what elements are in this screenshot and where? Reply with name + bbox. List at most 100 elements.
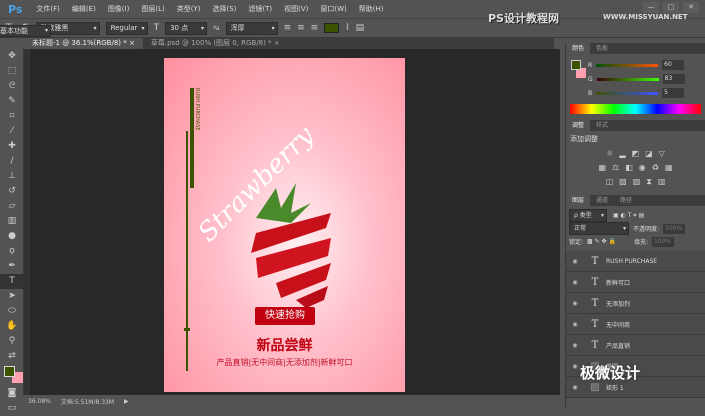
tab-paths[interactable]: 路径 — [614, 195, 638, 206]
menu-file[interactable]: 文件(F) — [30, 4, 66, 14]
exposure-icon[interactable]: ◪ — [645, 149, 653, 158]
menu-image[interactable]: 图像(I) — [102, 4, 136, 14]
color-spectrum[interactable] — [570, 104, 701, 114]
zoom-level[interactable]: 36.08% — [28, 398, 51, 405]
quick-mask-icon[interactable]: ◙ — [0, 386, 24, 401]
character-panel-icon[interactable]: ▤ — [356, 23, 365, 33]
warp-text-icon[interactable]: ⌇ — [345, 23, 349, 33]
path-select-tool-icon[interactable]: ➤ — [0, 289, 24, 304]
tab-swatches[interactable]: 色板 — [590, 43, 614, 54]
maximize-button[interactable]: ▢ — [663, 2, 679, 13]
brush-tool-icon[interactable]: / — [0, 154, 24, 169]
lock-icons[interactable]: ▩ ✎ ✥ 🔒 — [587, 238, 616, 245]
crop-tool-icon[interactable]: ⌗ — [0, 109, 24, 124]
invert-icon[interactable]: ◫ — [606, 177, 614, 187]
r-track[interactable] — [596, 63, 659, 67]
curves-icon[interactable]: ◩ — [632, 149, 640, 158]
color-swatches[interactable] — [0, 364, 23, 386]
gradient-tool-icon[interactable]: ▥ — [0, 214, 24, 229]
pen-tool-icon[interactable]: ✒ — [0, 259, 24, 274]
brightness-icon[interactable]: ☼ — [606, 149, 613, 158]
layer-row[interactable]: ◉ T RUSH PURCHASE — [566, 251, 705, 272]
stamp-tool-icon[interactable]: ⊥ — [0, 169, 24, 184]
tab-styles[interactable]: 样式 — [590, 120, 614, 131]
layer-row[interactable]: ◉ T 新鲜可口 — [566, 272, 705, 293]
align-left-icon[interactable]: ≡ — [284, 23, 292, 33]
hue-sat-icon[interactable]: ▦ — [598, 163, 606, 172]
workspace-select[interactable]: 基本功能 — [0, 25, 51, 37]
align-right-icon[interactable]: ≡ — [311, 23, 319, 33]
b-value[interactable]: 5 — [662, 88, 685, 98]
photo-filter-icon[interactable]: ◉ — [639, 163, 646, 172]
b-track[interactable] — [596, 91, 659, 95]
status-menu-arrow-icon[interactable]: ▶ — [124, 398, 129, 405]
visibility-eye-icon[interactable]: ◉ — [566, 321, 584, 328]
dodge-tool-icon[interactable]: ọ — [0, 244, 24, 259]
g-track[interactable] — [596, 77, 659, 81]
marquee-tool-icon[interactable]: ⬚ — [0, 64, 24, 79]
menu-help[interactable]: 帮助(H) — [353, 4, 390, 14]
gradient-map-icon[interactable]: ▥ — [658, 177, 666, 187]
font-size-select[interactable]: 30 点 — [165, 21, 208, 35]
lasso-tool-icon[interactable]: ᘓ — [0, 79, 24, 94]
blend-mode-select[interactable]: 正常 — [569, 222, 629, 235]
move-tool-icon[interactable]: ✥ — [0, 49, 24, 64]
vibrance-icon[interactable]: ▽ — [659, 149, 665, 158]
eraser-tool-icon[interactable]: ▱ — [0, 199, 24, 214]
visibility-eye-icon[interactable]: ◉ — [566, 279, 584, 286]
close-tab-icon[interactable]: × — [274, 39, 280, 47]
hand-tool-icon[interactable]: ✋ — [0, 319, 24, 334]
selective-color-icon[interactable]: ⧗ — [646, 177, 652, 187]
visibility-eye-icon[interactable]: ◉ — [566, 384, 584, 391]
tab-layers[interactable]: 图层 — [566, 195, 591, 206]
screen-mode-icon[interactable]: ▭ — [0, 401, 24, 416]
close-button[interactable]: ✕ — [683, 2, 699, 13]
layer-row[interactable]: ◉ T 无添加剂 — [566, 293, 705, 314]
tab-channels[interactable]: 通道 — [590, 195, 614, 206]
quick-select-tool-icon[interactable]: ✎ — [0, 94, 24, 109]
menu-window[interactable]: 窗口(W) — [314, 4, 352, 14]
font-style-select[interactable]: Regular — [105, 21, 148, 35]
menu-type[interactable]: 类型(Y) — [171, 4, 207, 14]
healing-brush-tool-icon[interactable]: ✚ — [0, 139, 24, 154]
align-center-icon[interactable]: ≡ — [297, 23, 305, 33]
channel-mixer-icon[interactable]: ♻ — [652, 163, 659, 172]
layer-row[interactable]: ◉ T 产品直销 — [566, 335, 705, 356]
text-color-swatch[interactable] — [324, 23, 340, 33]
swap-colors-icon[interactable]: ⇄ — [0, 349, 24, 364]
color-lookup-icon[interactable]: ▦ — [665, 163, 673, 172]
fg-color-swatch[interactable] — [571, 60, 581, 70]
menu-filter[interactable]: 滤镜(T) — [242, 4, 278, 14]
levels-icon[interactable]: ▂ — [619, 149, 625, 158]
poster-document[interactable]: RUSH PURCHASE Strawberry 快速抢购 新品尝鲜 产品直销|… — [164, 58, 405, 392]
menu-select[interactable]: 选择(S) — [206, 4, 242, 14]
blur-tool-icon[interactable]: ● — [0, 229, 24, 244]
foreground-color[interactable] — [4, 366, 15, 377]
r-slider[interactable]: R 60 — [566, 58, 705, 72]
layer-filter-select[interactable]: ρ 类型 — [569, 209, 607, 222]
tab-untitled-1[interactable]: 未标题-1 @ 36.1%(RGB/8) * × — [24, 38, 143, 49]
eyedropper-tool-icon[interactable]: ⁄ — [0, 124, 24, 139]
tab-strawberry[interactable]: 草莓.psd @ 100% (图层 0, RGB/8) * × — [143, 38, 288, 49]
menu-layer[interactable]: 图层(L) — [135, 4, 170, 14]
g-slider[interactable]: G 83 — [566, 72, 705, 86]
layer-row[interactable]: ◉ T 无中间商 — [566, 314, 705, 335]
history-brush-tool-icon[interactable]: ↺ — [0, 184, 24, 199]
tab-color[interactable]: 颜色 — [566, 43, 591, 54]
zoom-tool-icon[interactable]: ⚲ — [0, 334, 24, 349]
g-value[interactable]: 83 — [662, 74, 685, 84]
opacity-input[interactable]: 100% — [663, 223, 686, 234]
menu-edit[interactable]: 编辑(E) — [66, 4, 102, 14]
tab-adjustments[interactable]: 调整 — [566, 120, 591, 131]
fill-input[interactable]: 100% — [651, 236, 674, 247]
visibility-eye-icon[interactable]: ◉ — [566, 300, 584, 307]
antialias-select[interactable]: 浑厚 — [225, 21, 278, 35]
close-tab-icon[interactable]: × — [129, 39, 135, 47]
visibility-eye-icon[interactable]: ◉ — [566, 258, 584, 265]
type-tool-icon[interactable]: T — [0, 274, 24, 289]
b-slider[interactable]: B5 — [566, 86, 705, 100]
bw-icon[interactable]: ◧ — [625, 163, 633, 172]
posterize-icon[interactable]: ▨ — [619, 177, 627, 187]
ellipse-tool-icon[interactable]: ⬭ — [0, 304, 24, 319]
filter-icons[interactable]: ▣ ◐ T ⌗ ▤ — [613, 212, 644, 220]
